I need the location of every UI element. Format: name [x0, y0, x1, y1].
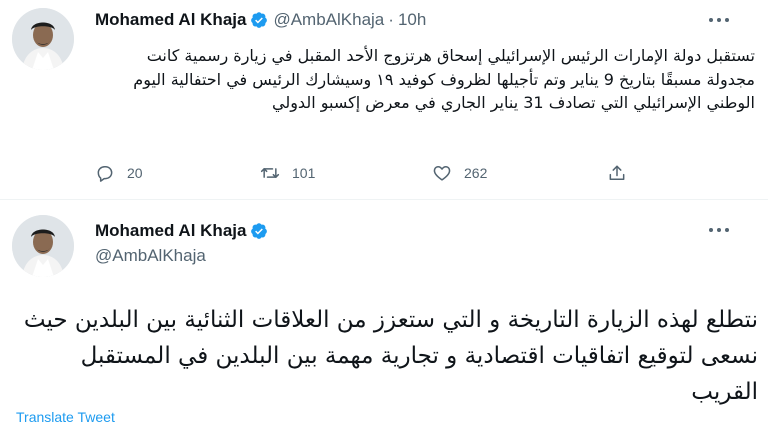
retweet-button[interactable]: 101 [260, 163, 315, 183]
share-button[interactable] [607, 163, 627, 183]
verified-badge-icon [250, 222, 268, 240]
avatar[interactable] [12, 215, 74, 277]
translate-tweet-link[interactable]: Translate Tweet [16, 409, 115, 425]
heart-icon [433, 166, 451, 181]
author-name[interactable]: Mohamed Al Khaja [95, 10, 246, 30]
author-name[interactable]: Mohamed Al Khaja [95, 221, 246, 241]
verified-badge-icon [250, 11, 268, 29]
more-horizontal-icon[interactable] [705, 220, 733, 240]
author-handle[interactable]: @AmbAlKhaja [95, 246, 206, 266]
like-button[interactable]: 262 [432, 163, 487, 183]
handle-row: @AmbAlKhaja [95, 246, 206, 266]
more-horizontal-icon[interactable] [705, 10, 733, 30]
separator-dot: · [388, 10, 394, 29]
reply-icon [97, 166, 113, 182]
tweet-actions: 20 101 262 [95, 163, 665, 187]
avatar[interactable] [12, 8, 74, 70]
tweet-header: Mohamed Al Khaja [95, 221, 268, 241]
tweet-text-large: نتطلع لهذه الزيارة التاريخة و التي ستعزز… [23, 307, 758, 405]
reply-count: 20 [127, 165, 143, 181]
avatar-image [12, 8, 74, 70]
tweet-1[interactable]: Mohamed Al Khaja @AmbAlKhaja · 10h تستقب… [0, 0, 768, 200]
tweet-header: Mohamed Al Khaja @AmbAlKhaja · 10h [95, 10, 426, 30]
author-handle[interactable]: @AmbAlKhaja [273, 10, 384, 30]
retweet-icon [260, 168, 280, 178]
share-icon [609, 165, 625, 180]
avatar-image [12, 215, 74, 277]
retweet-count: 101 [292, 165, 316, 181]
tweet-time[interactable]: 10h [398, 10, 426, 30]
tweet-text: تستقبل دولة الإمارات الرئيس الإسرائيلي إ… [133, 46, 755, 112]
reply-button[interactable]: 20 [95, 163, 143, 183]
like-count: 262 [464, 165, 488, 181]
